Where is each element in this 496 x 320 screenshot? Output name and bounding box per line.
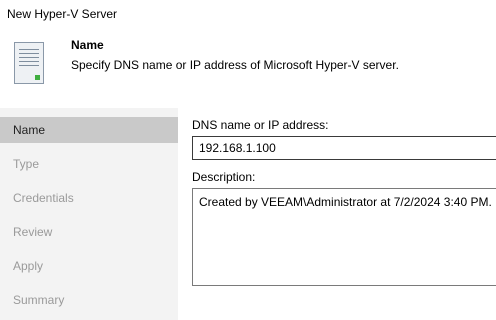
step-credentials[interactable]: Credentials <box>0 185 178 211</box>
description-textarea[interactable]: Created by VEEAM\Administrator at 7/2/20… <box>192 188 496 286</box>
page-subtitle: Specify DNS name or IP address of Micros… <box>71 58 399 72</box>
description-label: Description: <box>192 170 256 184</box>
wizard-header: Name Specify DNS name or IP address of M… <box>0 28 496 108</box>
step-type[interactable]: Type <box>0 151 178 177</box>
page-title: Name <box>71 38 104 52</box>
step-summary[interactable]: Summary <box>0 287 178 313</box>
step-apply[interactable]: Apply <box>0 253 178 279</box>
wizard-content: DNS name or IP address: Description: Cre… <box>178 108 496 320</box>
step-review[interactable]: Review <box>0 219 178 245</box>
server-icon <box>14 42 44 84</box>
step-name[interactable]: Name <box>0 117 178 143</box>
window-title: New Hyper-V Server <box>0 0 496 28</box>
dns-name-input[interactable] <box>192 136 496 160</box>
wizard-steps-sidebar: Name Type Credentials Review Apply Summa… <box>0 108 178 320</box>
dns-label: DNS name or IP address: <box>192 118 329 132</box>
